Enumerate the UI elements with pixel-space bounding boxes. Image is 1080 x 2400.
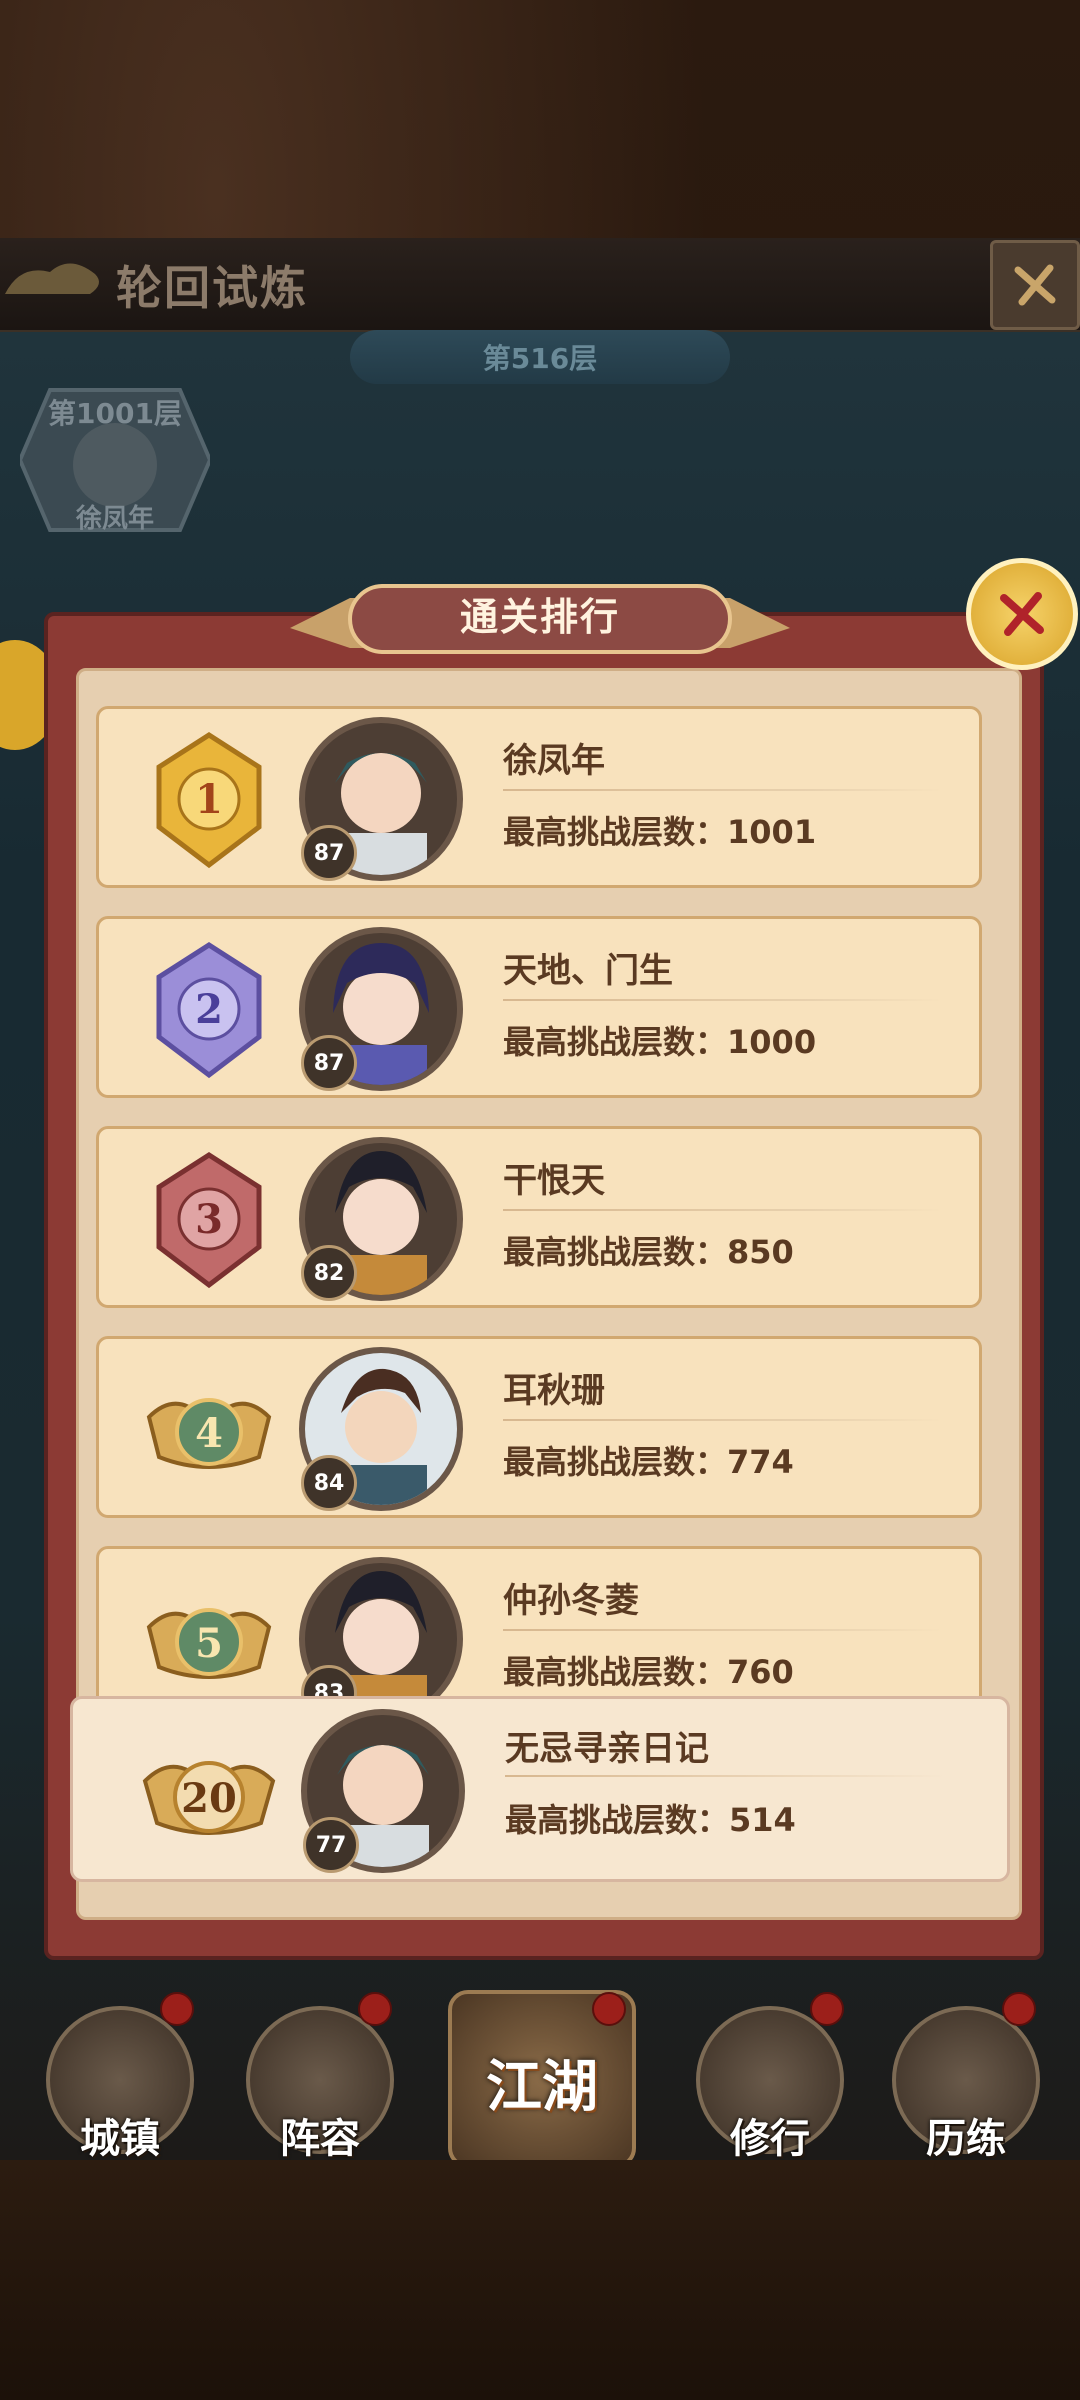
- medal-rank: 3: [195, 1196, 223, 1243]
- player-name: 仲孙冬菱: [503, 1581, 639, 1621]
- score-value: 1000: [727, 1023, 817, 1061]
- my-player-name: 无忌寻亲日记: [505, 1729, 709, 1769]
- bottom-decoration: [0, 2160, 1080, 2400]
- notification-dot: [160, 1992, 194, 2026]
- gold-medal-icon: 1: [156, 732, 262, 869]
- medal-rank: 2: [195, 986, 223, 1033]
- divider: [503, 1419, 943, 1421]
- ranking-row: 1 87 徐凤年 最高挑战层数：1001: [96, 706, 982, 888]
- score-value: 774: [727, 1443, 794, 1481]
- divider: [503, 1629, 943, 1631]
- my-score-text: 最高挑战层数：514: [505, 1801, 796, 1839]
- nav-label: 修行: [730, 2116, 810, 2162]
- my-score-value: 514: [729, 1801, 796, 1839]
- notification-dot: [810, 1992, 844, 2026]
- score-value: 760: [727, 1653, 794, 1691]
- ranking-row: 2 87 天地、门生 最高挑战层数：1000: [96, 916, 982, 1098]
- rank-medal-icon: 4: [146, 1398, 272, 1469]
- nav-practice-button[interactable]: 修行: [696, 2006, 844, 2162]
- ranking-row: 3 82 干恨天 最高挑战层数：850: [96, 1126, 982, 1308]
- level-badge: 82: [301, 1245, 357, 1301]
- score-text: 最高挑战层数：760: [503, 1653, 794, 1691]
- bottom-navigation: 城镇 阵容 江湖 修行 历练: [0, 1990, 1080, 2168]
- nav-experience-button[interactable]: 历练: [892, 2006, 1040, 2162]
- nav-lineup-button[interactable]: 阵容: [246, 2006, 394, 2162]
- level-badge: 87: [301, 825, 357, 881]
- notification-dot: [358, 1992, 392, 2026]
- player-name: 干恨天: [503, 1161, 605, 1201]
- player-name: 徐凤年: [503, 741, 605, 781]
- my-ranking-row: 20 77 无忌寻亲日记 最高挑战层数：514: [70, 1696, 1010, 1882]
- nav-town-button[interactable]: 城镇: [46, 2006, 194, 2162]
- notification-dot: [1002, 1992, 1036, 2026]
- divider: [505, 1775, 945, 1777]
- bronze-medal-icon: 3: [156, 1152, 262, 1289]
- score-text: 最高挑战层数：1000: [503, 1023, 817, 1061]
- score-text: 最高挑战层数：850: [503, 1233, 794, 1271]
- score-text: 最高挑战层数：774: [503, 1443, 794, 1481]
- silver-medal-icon: 2: [156, 942, 262, 1079]
- rank-medal-icon: 20: [142, 1761, 276, 1835]
- notification-dot: [592, 1992, 626, 2026]
- player-name: 耳秋珊: [503, 1371, 605, 1411]
- score-text: 最高挑战层数：1001: [503, 813, 817, 851]
- level-badge: 87: [301, 1035, 357, 1091]
- nav-label: 城镇: [80, 2116, 160, 2162]
- level-badge: 77: [303, 1817, 359, 1873]
- medal-rank: 1: [195, 776, 223, 823]
- level-badge: 84: [301, 1455, 357, 1511]
- player-name: 天地、门生: [503, 951, 673, 991]
- medal-rank: 20: [181, 1775, 237, 1822]
- medal-rank: 5: [195, 1620, 223, 1667]
- rank-medal-icon: 5: [146, 1608, 272, 1679]
- divider: [503, 1209, 943, 1211]
- score-value: 850: [727, 1233, 794, 1271]
- medal-rank: 4: [195, 1410, 223, 1457]
- divider: [503, 789, 943, 791]
- nav-label: 历练: [926, 2116, 1006, 2162]
- divider: [503, 999, 943, 1001]
- nav-label: 阵容: [280, 2116, 360, 2162]
- ranking-row: 5 83 仲孙冬菱 最高挑战层数：760: [96, 1546, 982, 1696]
- score-value: 1001: [727, 813, 817, 851]
- ranking-row: 4 84 耳秋珊 最高挑战层数：774: [96, 1336, 982, 1518]
- ranking-list[interactable]: 1 87 徐凤年 最高挑战层数：1001 2 87 天地、门生 最高挑战层数：1…: [0, 0, 1080, 1696]
- nav-label: 江湖: [486, 2055, 598, 2120]
